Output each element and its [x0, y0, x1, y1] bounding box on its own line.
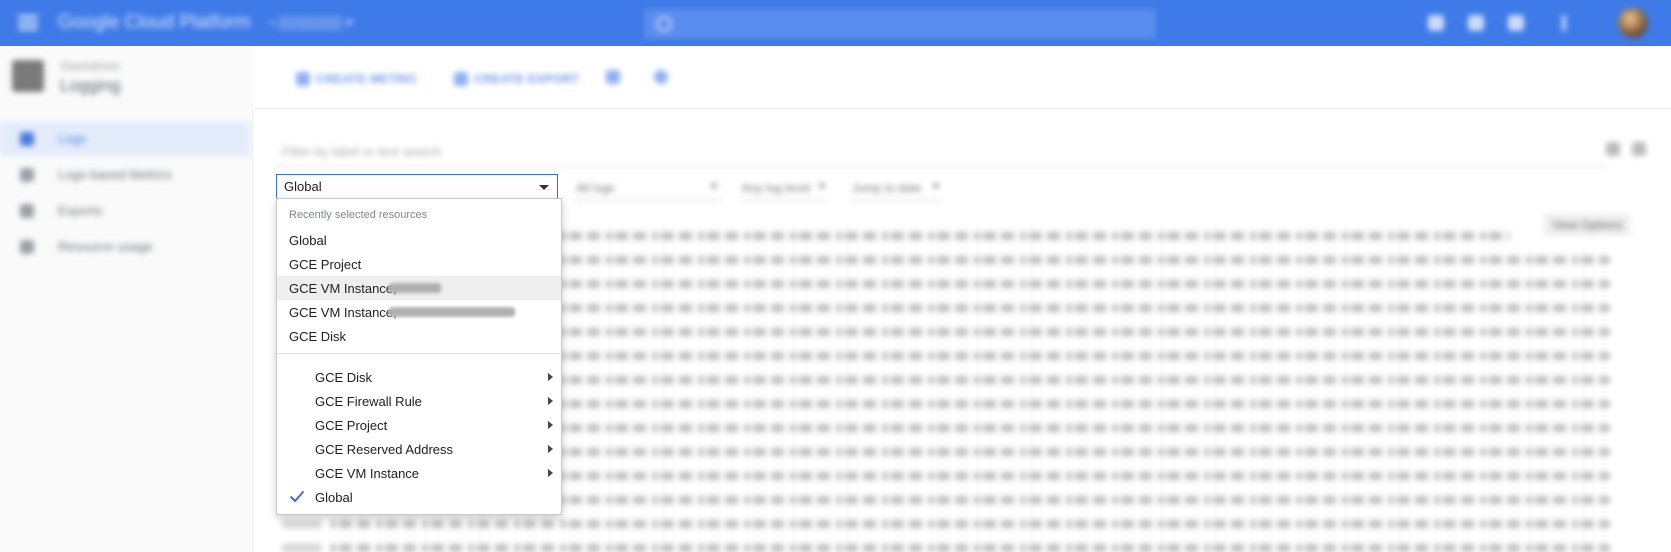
- category-gce-reserved-address[interactable]: GCE Reserved Address: [277, 437, 561, 461]
- recent-resources-header: Recently selected resources: [289, 209, 428, 221]
- create-metric-button[interactable]: CREATE METRIC: [316, 72, 418, 86]
- recent-item-gce-project[interactable]: GCE Project: [277, 252, 561, 276]
- redacted-instance-name: [389, 307, 515, 317]
- jump-to-date-selector[interactable]: Jump to date: [850, 176, 942, 201]
- category-gce-project[interactable]: GCE Project: [277, 413, 561, 437]
- sidebar-item-exports[interactable]: Exports: [0, 194, 250, 228]
- clear-filter-icon[interactable]: [1606, 142, 1620, 156]
- submenu-arrow-icon: [548, 445, 553, 453]
- menu-item-label: GCE VM Instance: [315, 466, 420, 481]
- log-selector[interactable]: All logs: [574, 176, 720, 201]
- check-icon: [289, 490, 305, 503]
- info-icon[interactable]: [654, 70, 668, 84]
- filter-options-icon[interactable]: [1632, 142, 1646, 156]
- sidebar-title: Logging: [60, 76, 121, 95]
- sidebar-item-logs[interactable]: Logs: [0, 122, 250, 156]
- apps-icon[interactable]: [1428, 15, 1444, 31]
- resource-select-value: Global: [284, 179, 322, 194]
- create-metric-icon: [296, 72, 310, 86]
- jump-to-date-label: Jump to date: [852, 181, 922, 195]
- sidebar-item-resource-usage[interactable]: Resource usage: [0, 230, 250, 264]
- sidebar-item-label: Logs: [58, 131, 87, 146]
- submenu-arrow-icon: [548, 421, 553, 429]
- chevron-down-icon: [710, 184, 718, 189]
- sidebar-item-label: Logs-based Metrics: [58, 167, 172, 182]
- recent-item-gce-vm-instance-1[interactable]: GCE VM Instance,: [277, 276, 561, 300]
- submenu-arrow-icon: [548, 469, 553, 477]
- chevron-down-icon: [932, 184, 940, 189]
- logs-icon: [20, 132, 34, 146]
- menu-item-label: GCE VM Instance,: [289, 305, 397, 320]
- filter-input[interactable]: Filter by label or text search: [278, 136, 1608, 167]
- resource-select[interactable]: Global: [276, 174, 558, 199]
- logging-logo-icon: [12, 60, 44, 92]
- create-export-button[interactable]: CREATE EXPORT: [474, 72, 579, 86]
- category-gce-vm-instance[interactable]: GCE VM Instance: [277, 461, 561, 485]
- top-app-bar: Google Cloud Platform • ▒▒▒▒▒▒▒ ▾: [0, 0, 1671, 46]
- menu-item-label: GCE Disk: [289, 329, 347, 344]
- recent-item-gce-disk[interactable]: GCE Disk: [277, 324, 561, 348]
- log-selector-label: All logs: [576, 181, 615, 195]
- resource-dropdown-menu: Recently selected resources Global GCE P…: [276, 198, 562, 515]
- caret-down-icon: [539, 185, 549, 190]
- sidebar: Stackdriver Logging Logs Logs-based Metr…: [0, 46, 253, 552]
- app-title[interactable]: Google Cloud Platform: [58, 12, 250, 34]
- filter-placeholder: Filter by label or text search: [282, 144, 442, 159]
- notifications-icon[interactable]: [1508, 15, 1524, 31]
- usage-icon: [20, 240, 34, 254]
- avatar[interactable]: [1618, 8, 1648, 38]
- category-gce-firewall-rule[interactable]: GCE Firewall Rule: [277, 389, 561, 413]
- list-item[interactable]: [282, 544, 322, 552]
- menu-item-label: GCE Firewall Rule: [315, 394, 422, 409]
- log-level-selector[interactable]: Any log level: [740, 176, 828, 201]
- metrics-icon: [20, 168, 34, 182]
- search-input[interactable]: [644, 9, 1156, 39]
- menu-item-label: Global: [289, 233, 327, 248]
- edit-icon[interactable]: [606, 70, 620, 84]
- sidebar-section-name: Stackdriver: [60, 59, 121, 73]
- more-vert-icon[interactable]: [1562, 15, 1566, 31]
- sidebar-item-label: Resource usage: [58, 239, 153, 254]
- recent-item-global[interactable]: Global: [277, 228, 561, 252]
- sidebar-item-label: Exports: [58, 203, 103, 218]
- category-gce-disk[interactable]: GCE Disk: [277, 365, 561, 389]
- menu-item-label: GCE VM Instance,: [289, 281, 397, 296]
- menu-divider: [277, 353, 561, 354]
- menu-item-label: GCE Disk: [315, 370, 373, 385]
- category-global[interactable]: Global: [277, 485, 561, 509]
- list-item[interactable]: [330, 520, 1610, 528]
- menu-item-label: Global: [315, 490, 353, 505]
- create-export-icon: [454, 72, 468, 86]
- chevron-down-icon: [818, 184, 826, 189]
- search-icon: [656, 16, 672, 32]
- help-icon[interactable]: [1468, 15, 1484, 31]
- submenu-arrow-icon: [548, 373, 553, 381]
- redacted-instance-name: [389, 283, 441, 293]
- view-options-button[interactable]: View Options: [1544, 214, 1631, 236]
- menu-item-label: GCE Reserved Address: [315, 442, 454, 457]
- recent-item-gce-vm-instance-2[interactable]: GCE VM Instance,: [277, 300, 561, 324]
- log-level-label: Any log level: [742, 181, 811, 195]
- list-item[interactable]: [330, 544, 1610, 552]
- exports-icon: [20, 204, 34, 218]
- submenu-arrow-icon: [548, 397, 553, 405]
- list-item[interactable]: [282, 520, 322, 528]
- project-selector[interactable]: • ▒▒▒▒▒▒▒ ▾: [270, 15, 353, 31]
- menu-item-label: GCE Project: [289, 257, 362, 272]
- menu-icon[interactable]: [16, 12, 40, 34]
- sidebar-item-logs-based-metrics[interactable]: Logs-based Metrics: [0, 158, 250, 192]
- menu-item-label: GCE Project: [315, 418, 388, 433]
- action-bar: CREATE METRIC CREATE EXPORT: [252, 46, 1671, 109]
